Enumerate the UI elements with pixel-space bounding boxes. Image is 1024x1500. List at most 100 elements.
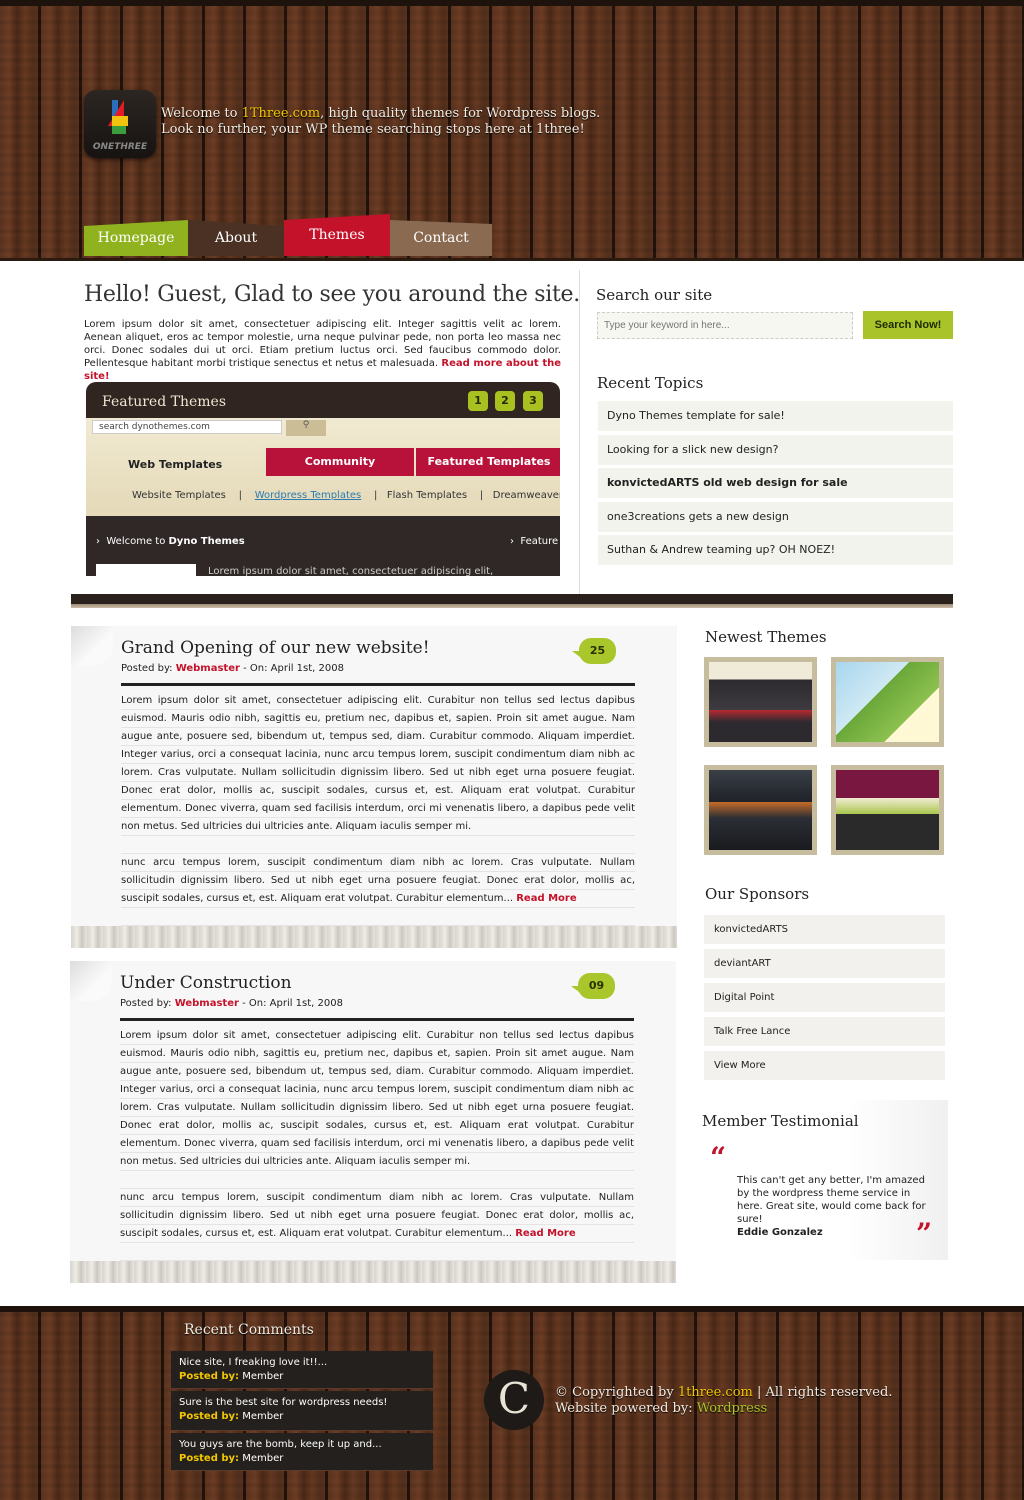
torn-paper-edge	[71, 926, 677, 948]
recent-comment[interactable]: You guys are the bomb, keep it up and...…	[171, 1433, 433, 1471]
read-more-link[interactable]: Read More	[515, 1228, 575, 1239]
post-title[interactable]: Under Construction	[120, 973, 292, 993]
testimonial-quote: This can't get any better, I'm amazed by…	[737, 1175, 926, 1225]
post-title[interactable]: Grand Opening of our new website!	[121, 638, 430, 658]
comment-author: Member	[239, 1411, 284, 1422]
column-divider	[579, 270, 580, 605]
post-rule	[120, 1018, 634, 1021]
sub-flash-templates: Flash Templates	[386, 490, 468, 501]
page-curl-icon	[71, 626, 113, 666]
intro-title: Hello! Guest, Glad to see you around the…	[84, 282, 580, 307]
comment-author: Member	[239, 1453, 284, 1464]
featured-page-3[interactable]: 3	[523, 391, 543, 411]
nav-tab-themes[interactable]: Themes	[284, 214, 390, 256]
theme-thumbnail-image	[836, 662, 939, 742]
search-input[interactable]	[597, 312, 853, 339]
theme-thumbnail[interactable]	[704, 765, 817, 855]
theme-thumbnail-image	[709, 770, 812, 850]
recent-comments-heading: Recent Comments	[184, 1322, 314, 1338]
sub-separator: |	[479, 490, 484, 501]
site-logo[interactable]: ONETHREE	[84, 90, 156, 158]
top-bar	[0, 0, 1024, 6]
welcome-prefix: Welcome to	[161, 106, 242, 121]
copy-site-link[interactable]: 1three.com	[678, 1385, 753, 1400]
testimonial-heading: Member Testimonial	[702, 1112, 859, 1130]
featured-community-tab: Community	[266, 448, 414, 476]
theme-thumbnail[interactable]	[831, 765, 944, 855]
theme-thumbnail[interactable]	[831, 657, 944, 747]
theme-thumbnail[interactable]	[704, 657, 817, 747]
recent-topic-item[interactable]: Suthan & Andrew teaming up? OH NOEZ!	[598, 535, 953, 565]
sub-separator: |	[238, 490, 242, 501]
featured-page-1[interactable]: 1	[468, 391, 488, 411]
sponsor-link[interactable]: konvictedARTS	[704, 915, 945, 944]
post-rule	[121, 683, 635, 686]
sponsor-view-more-link[interactable]: View More	[704, 1051, 945, 1080]
welcome-line2: Look no further, your WP theme searching…	[161, 122, 585, 137]
sponsor-link[interactable]: Digital Point	[704, 983, 945, 1012]
post-body: Lorem ipsum dolor sit amet, consectetuer…	[120, 1027, 634, 1261]
comment-posted-label: Posted by:	[179, 1453, 240, 1464]
recent-topic-item[interactable]: one3creations gets a new design	[598, 501, 953, 532]
welcome-suffix: , high quality themes for Wordpress blog…	[320, 106, 601, 121]
copy-suffix: | All rights reserved.	[752, 1385, 893, 1400]
featured-feature-cut: › Feature	[510, 536, 558, 547]
theme-thumbnail-image	[709, 662, 812, 742]
post-paragraph: Lorem ipsum dolor sit amet, consectetuer…	[120, 1030, 634, 1167]
read-more-link[interactable]: Read More	[516, 893, 576, 904]
sponsors-list: konvictedARTS deviantART Digital Point T…	[704, 915, 945, 1085]
torn-paper-edge	[70, 1261, 676, 1283]
recent-topic-item[interactable]: konvictedARTS old web design for sale	[598, 468, 953, 498]
post-date: - On: April 1st, 2008	[239, 663, 344, 674]
copyright-icon: C	[484, 1370, 544, 1430]
sponsor-link[interactable]: deviantART	[704, 949, 945, 978]
featured-title: Featured Themes	[102, 394, 226, 410]
featured-white-block	[96, 564, 196, 576]
comment-text: Nice site, I freaking love it!!...	[179, 1357, 328, 1368]
post-meta: Posted by: Webmaster - On: April 1st, 20…	[120, 998, 343, 1009]
recent-comment[interactable]: Nice site, I freaking love it!!... Posted…	[171, 1351, 433, 1389]
featured-search-box: search dynothemes.com	[92, 420, 282, 434]
comment-text: Sure is the best site for wordpress need…	[179, 1397, 388, 1408]
powered-prefix: Website powered by:	[555, 1401, 697, 1416]
recent-topics-list: Dyno Themes template for sale! Looking f…	[598, 401, 953, 569]
recent-topics-heading: Recent Topics	[597, 374, 704, 392]
post-author-link[interactable]: Webmaster	[176, 663, 240, 674]
copyright-text: © Copyrighted by 1three.com | All rights…	[555, 1385, 892, 1417]
comment-author: Member	[239, 1371, 284, 1382]
featured-welcome: › Welcome to Dyno Themes	[96, 536, 245, 547]
recent-comment[interactable]: Sure is the best site for wordpress need…	[171, 1391, 433, 1431]
nav-tab-about[interactable]: About	[188, 220, 284, 256]
comment-posted-label: Posted by:	[179, 1371, 240, 1382]
page-curl-icon	[70, 961, 112, 1001]
sponsor-link[interactable]: Talk Free Lance	[704, 1017, 945, 1046]
post-author-link[interactable]: Webmaster	[175, 998, 239, 1009]
welcome-site-link[interactable]: 1Three.com	[242, 106, 320, 121]
featured-page-2[interactable]: 2	[495, 391, 515, 411]
theme-thumbnail-image	[836, 770, 939, 850]
blog-post: Under Construction Posted by: Webmaster …	[70, 961, 676, 1283]
featured-search-icon: ⚲	[286, 420, 326, 436]
featured-lorem-cut: Lorem ipsum dolor sit amet, consectetuer…	[208, 566, 494, 576]
open-quote-icon: “	[710, 1141, 727, 1174]
logo-mark-yellow	[112, 116, 128, 126]
featured-web-templates: Web Templates	[128, 458, 223, 471]
sub-website-templates: Website Templates	[132, 490, 226, 501]
powered-wordpress-link[interactable]: Wordpress	[697, 1401, 767, 1416]
nav-tab-homepage[interactable]: Homepage	[84, 220, 188, 256]
arrow-icon: ›	[96, 536, 100, 547]
nav-tab-contact[interactable]: Contact	[390, 220, 492, 256]
comment-count-badge[interactable]: 09	[571, 973, 615, 999]
recent-topic-item[interactable]: Looking for a slick new design?	[598, 434, 953, 465]
close-quote-icon: ”	[916, 1217, 933, 1250]
search-button[interactable]: Search Now!	[863, 311, 953, 339]
post-paragraph-2: nunc arcu tempus lorem, suscipit condime…	[121, 854, 635, 908]
sub-dreamweaver-templates: Dreamweaver T	[492, 490, 560, 501]
sub-wordpress-templates: Wordpress Templates	[254, 490, 362, 501]
recent-topic-item[interactable]: Dyno Themes template for sale!	[598, 401, 953, 431]
post-paragraph-2: nunc arcu tempus lorem, suscipit condime…	[120, 1189, 634, 1243]
testimonial-author: Eddie Gonzalez	[737, 1227, 823, 1238]
comment-count-badge[interactable]: 25	[572, 638, 616, 664]
newest-themes-heading: Newest Themes	[705, 628, 827, 646]
featured-welcome-name: Dyno Themes	[168, 536, 245, 547]
